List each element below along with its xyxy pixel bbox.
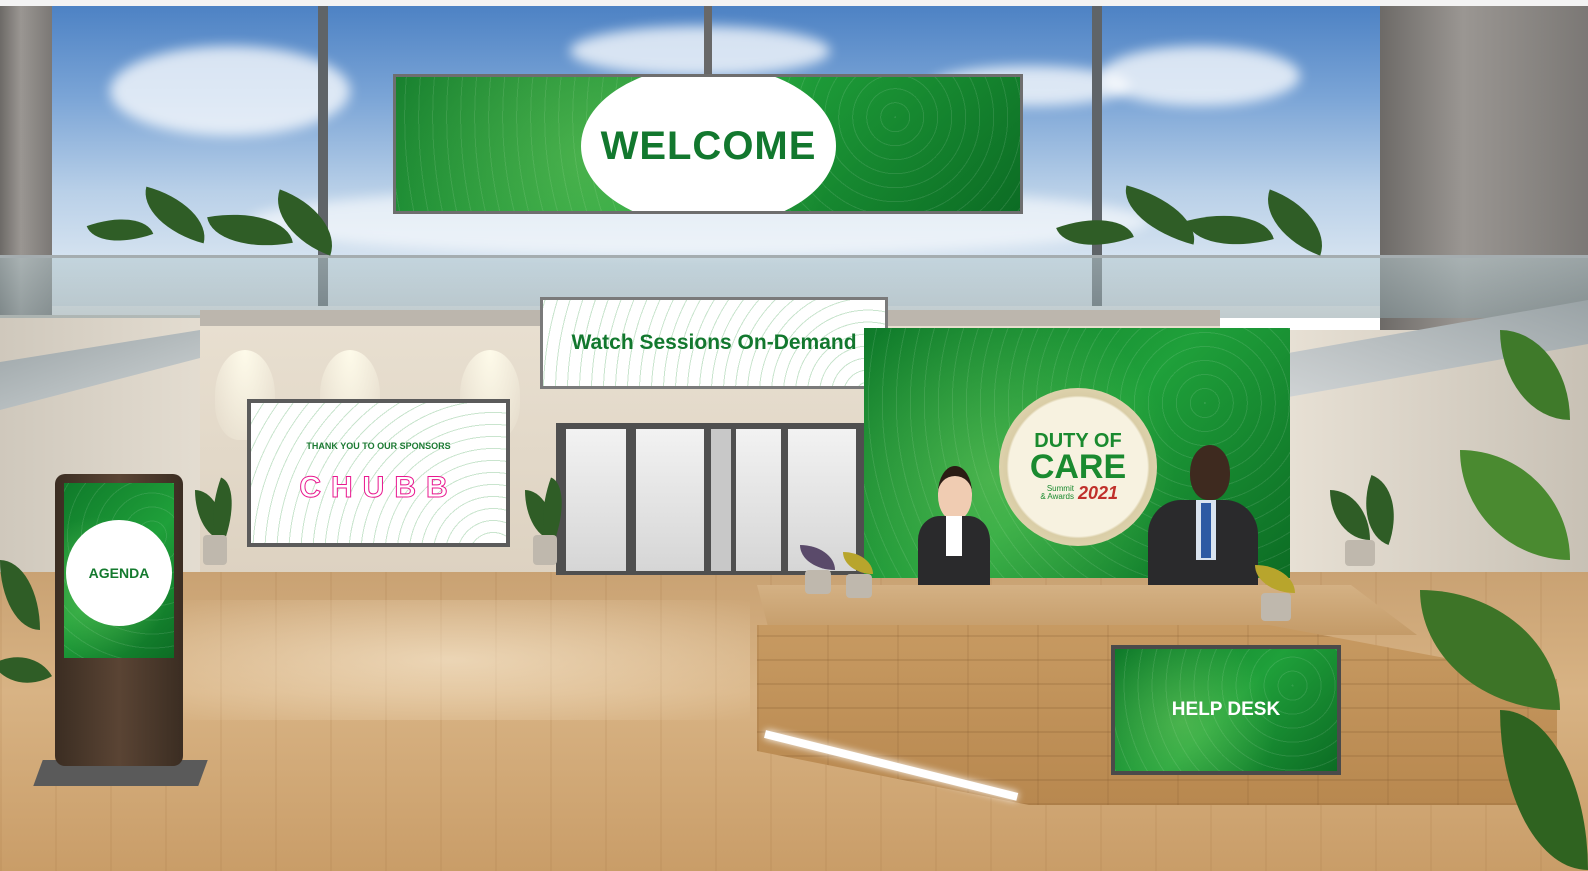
help-desk-label: HELP DESK [1171, 699, 1281, 720]
event-logo-year: 2021 [1077, 482, 1119, 503]
agenda-label: AGENDA [88, 565, 150, 581]
virtual-lobby: WELCOME Watch Sessions On-Demand THANK Y… [0, 0, 1588, 871]
event-logo-line2: CARE [1029, 447, 1127, 486]
welcome-banner: WELCOME [393, 74, 1023, 214]
sponsor-logo-chubb: CHUBB [299, 471, 458, 505]
welcome-text: WELCOME [600, 123, 817, 168]
event-logo: DUTY OF CARE Summit & Awards 2021 [999, 388, 1157, 546]
sponsors-heading: THANK YOU TO OUR SPONSORS [306, 441, 451, 451]
sponsors-screen[interactable]: THANK YOU TO OUR SPONSORS CHUBB [247, 399, 510, 547]
watch-sessions-sign[interactable]: Watch Sessions On-Demand [540, 297, 888, 389]
watch-sessions-label: Watch Sessions On-Demand [571, 331, 857, 354]
agenda-screen[interactable]: AGENDA [64, 483, 174, 658]
event-logo-awards: & Awards [1040, 492, 1074, 501]
help-desk-screen[interactable]: HELP DESK [1111, 645, 1341, 775]
